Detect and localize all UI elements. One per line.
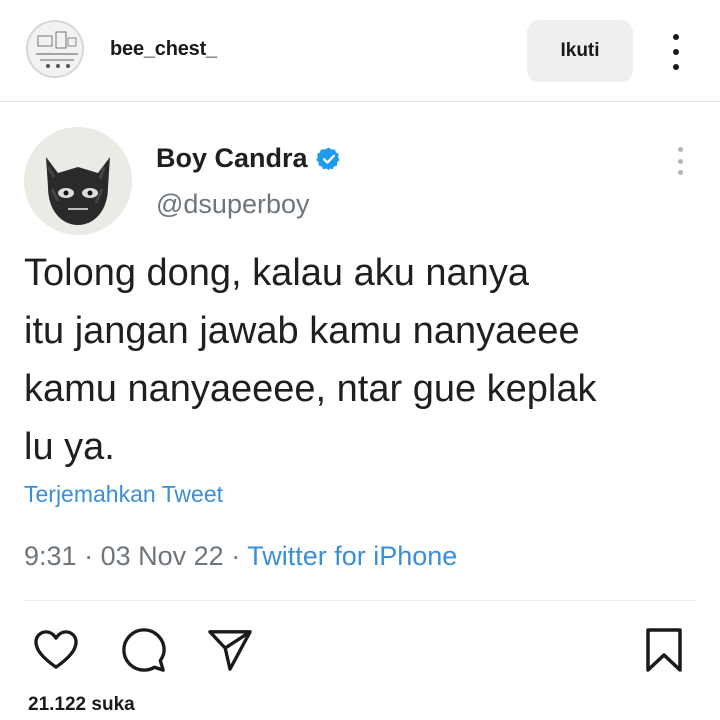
tweet-more-icon xyxy=(674,147,686,175)
post-action-bar xyxy=(0,610,720,690)
tweet-source: Twitter for iPhone xyxy=(247,541,458,571)
tweet-time: 9:31 xyxy=(24,541,77,571)
tweet-author-handle: @dsuperboy xyxy=(156,189,310,219)
heart-icon[interactable] xyxy=(32,626,80,674)
post-username[interactable]: bee_chest_ xyxy=(110,38,217,61)
author-name-text: Boy Candra xyxy=(156,143,308,173)
meta-separator: · xyxy=(231,541,248,571)
tweet-text: Tolong dong, kalau aku nanya itu jangan … xyxy=(24,252,597,468)
likes-count[interactable]: 21.122 suka xyxy=(28,694,135,716)
divider xyxy=(24,600,696,601)
translate-tweet-link: Terjemahkan Tweet xyxy=(24,481,224,507)
tweet-author-name: Boy Candra xyxy=(156,143,342,174)
profile-avatar[interactable] xyxy=(26,20,84,78)
tweet-meta: 9:31 · 03 Nov 22 · Twitter for iPhone xyxy=(24,541,457,572)
verified-badge-icon xyxy=(315,147,340,170)
tweet-date: 03 Nov 22 xyxy=(100,541,224,571)
follow-button[interactable]: Ikuti xyxy=(527,20,633,82)
tweet-author-avatar xyxy=(24,127,132,235)
meta-separator: · xyxy=(84,541,101,571)
send-icon[interactable] xyxy=(206,626,254,674)
post-header: bee_chest_ Ikuti xyxy=(0,0,720,102)
tweet-card: Boy Candra @dsuperboy Tolong dong, kalau… xyxy=(0,103,720,600)
bookmark-icon[interactable] xyxy=(640,626,688,674)
more-vertical-icon[interactable] xyxy=(662,28,690,76)
comment-icon[interactable] xyxy=(120,626,168,674)
